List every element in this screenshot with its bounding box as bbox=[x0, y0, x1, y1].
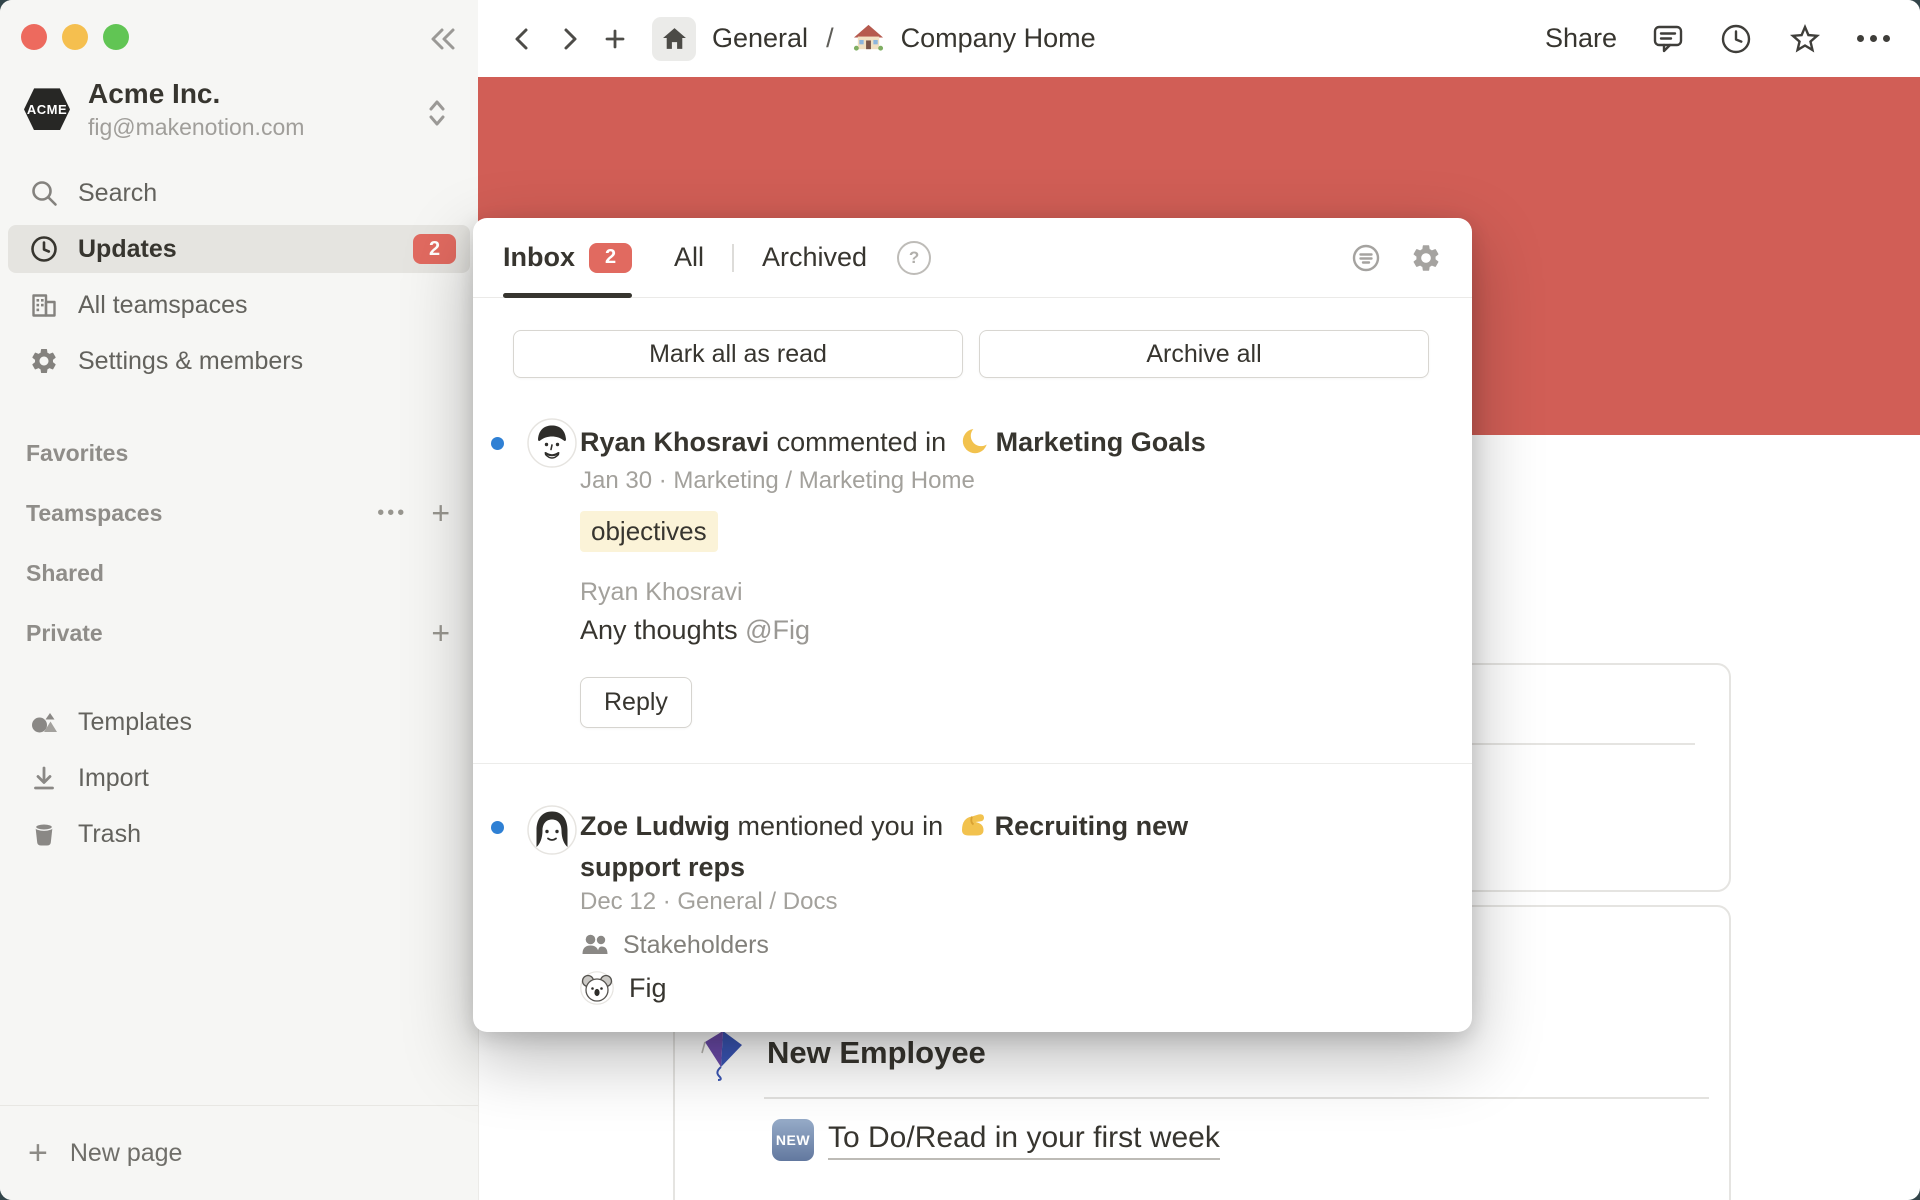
sidebar-item-search[interactable]: Search bbox=[8, 169, 470, 217]
person-chip-fig[interactable]: Fig bbox=[580, 971, 667, 1005]
add-private-page-icon[interactable]: + bbox=[431, 617, 450, 649]
workspace-switcher[interactable]: ACME Acme Inc. fig@makenotion.com bbox=[24, 78, 408, 141]
moon-emoji-icon bbox=[960, 426, 990, 456]
tab-all[interactable]: All bbox=[674, 218, 704, 297]
plus-icon: + bbox=[28, 1136, 48, 1170]
notification-title[interactable]: Zoe Ludwig mentioned you in Recruiting n… bbox=[580, 806, 1220, 888]
workspace-name: Acme Inc. bbox=[88, 78, 304, 110]
inbox-count-badge: 2 bbox=[589, 243, 632, 273]
highlighted-text: objectives bbox=[580, 511, 718, 552]
new-emoji-icon: NEW bbox=[772, 1119, 814, 1161]
sidebar-item-import[interactable]: Import bbox=[8, 754, 470, 802]
zoom-window-button[interactable] bbox=[103, 24, 129, 50]
share-button[interactable]: Share bbox=[1545, 23, 1617, 54]
minimize-window-button[interactable] bbox=[62, 24, 88, 50]
breadcrumb-page[interactable]: Company Home bbox=[901, 23, 1096, 54]
mark-all-read-button[interactable]: Mark all as read bbox=[513, 330, 963, 378]
biceps-emoji-icon bbox=[957, 808, 989, 840]
more-options-icon[interactable] bbox=[1857, 35, 1890, 42]
archive-all-button[interactable]: Archive all bbox=[979, 330, 1429, 378]
forward-icon[interactable] bbox=[554, 24, 584, 54]
avatar-ryan bbox=[527, 418, 577, 468]
todo-page-link[interactable]: To Do/Read in your first week bbox=[828, 1121, 1220, 1160]
notification-meta: Dec 12 · General / Docs bbox=[580, 888, 837, 916]
unread-dot bbox=[491, 437, 504, 450]
sidebar-item-all-teamspaces[interactable]: All teamspaces bbox=[8, 281, 470, 329]
sidebar-item-templates[interactable]: Templates bbox=[8, 698, 470, 746]
sidebar-item-label: Settings & members bbox=[78, 347, 303, 376]
close-window-button[interactable] bbox=[21, 24, 47, 50]
help-icon[interactable]: ? bbox=[897, 241, 931, 275]
section-teamspaces[interactable]: Teamspaces ••• + bbox=[26, 496, 450, 530]
sidebar-item-trash[interactable]: Trash bbox=[8, 810, 470, 858]
history-clock-icon[interactable] bbox=[1719, 22, 1753, 56]
add-teamspace-icon[interactable]: + bbox=[431, 497, 450, 529]
sidebar-item-label: Updates bbox=[78, 235, 177, 264]
comment-author: Ryan Khosravi bbox=[580, 578, 743, 607]
more-icon[interactable]: ••• bbox=[377, 502, 407, 525]
window-controls bbox=[21, 24, 129, 50]
avatar-zoe bbox=[527, 805, 577, 855]
kite-emoji-icon bbox=[700, 1029, 746, 1081]
section-shared[interactable]: Shared bbox=[26, 556, 450, 590]
tab-inbox[interactable]: Inbox 2 bbox=[503, 218, 632, 297]
reply-button[interactable]: Reply bbox=[580, 677, 692, 728]
heading-divider bbox=[764, 1097, 1709, 1099]
back-icon[interactable] bbox=[508, 24, 538, 54]
breadcrumb-root[interactable]: General bbox=[712, 23, 808, 54]
sidebar-item-label: Templates bbox=[78, 708, 192, 737]
unread-dot bbox=[491, 821, 504, 834]
mention-fig[interactable]: @Fig bbox=[745, 615, 810, 645]
notion-window: ACME Acme Inc. fig@makenotion.com Search bbox=[0, 0, 1920, 1200]
sidebar-item-label: All teamspaces bbox=[78, 291, 248, 320]
section-private[interactable]: Private + bbox=[26, 616, 450, 650]
download-icon bbox=[28, 762, 60, 794]
sidebar-item-updates[interactable]: Updates 2 bbox=[8, 225, 470, 273]
section-favorites[interactable]: Favorites bbox=[26, 436, 450, 470]
comment-text: Any thoughts @Fig bbox=[580, 615, 810, 646]
collapse-sidebar-icon[interactable] bbox=[426, 22, 460, 56]
workspace-email: fig@makenotion.com bbox=[88, 114, 304, 140]
sidebar-item-label: Search bbox=[78, 179, 157, 208]
tab-divider bbox=[732, 244, 734, 272]
topbar: General / Company Home Share bbox=[478, 0, 1920, 77]
home-icon[interactable] bbox=[652, 17, 696, 61]
breadcrumb-separator: / bbox=[826, 23, 834, 54]
shapes-icon bbox=[28, 706, 60, 738]
trash-icon bbox=[28, 818, 60, 850]
search-icon bbox=[28, 177, 60, 209]
tab-archived[interactable]: Archived bbox=[762, 218, 867, 297]
new-page-button[interactable]: + New page bbox=[0, 1105, 478, 1200]
updates-tabs-header: Inbox 2 All Archived ? bbox=[473, 218, 1472, 298]
sidebar: ACME Acme Inc. fig@makenotion.com Search bbox=[0, 0, 479, 1200]
favorite-star-icon[interactable] bbox=[1787, 21, 1823, 57]
house-emoji-icon bbox=[852, 22, 885, 55]
sidebar-item-label: Import bbox=[78, 764, 149, 793]
workspace-switch-chevrons-icon[interactable] bbox=[422, 96, 452, 130]
notification-meta: Jan 30 · Marketing / Marketing Home bbox=[580, 467, 975, 495]
sidebar-item-settings[interactable]: Settings & members bbox=[8, 337, 470, 385]
sidebar-item-label: Trash bbox=[78, 820, 141, 849]
updates-count-badge: 2 bbox=[413, 234, 456, 264]
stakeholders-property: Stakeholders bbox=[580, 930, 769, 960]
comments-icon[interactable] bbox=[1651, 22, 1685, 56]
clock-icon bbox=[28, 233, 60, 265]
people-icon bbox=[580, 930, 610, 960]
notification-title[interactable]: Ryan Khosravi commented in Marketing Goa… bbox=[580, 422, 1206, 463]
workspace-logo: ACME bbox=[24, 88, 70, 130]
settings-gear-icon[interactable] bbox=[1410, 242, 1442, 274]
page-title: New Employee bbox=[767, 1035, 986, 1071]
updates-popup: Inbox 2 All Archived ? Mark all as read bbox=[473, 218, 1472, 1032]
new-tab-plus-icon[interactable] bbox=[600, 24, 630, 54]
avatar-fig-koala bbox=[580, 971, 614, 1005]
filter-icon[interactable] bbox=[1350, 242, 1382, 274]
gear-icon bbox=[28, 345, 60, 377]
buildings-icon bbox=[28, 289, 60, 321]
notification-divider bbox=[473, 763, 1472, 764]
